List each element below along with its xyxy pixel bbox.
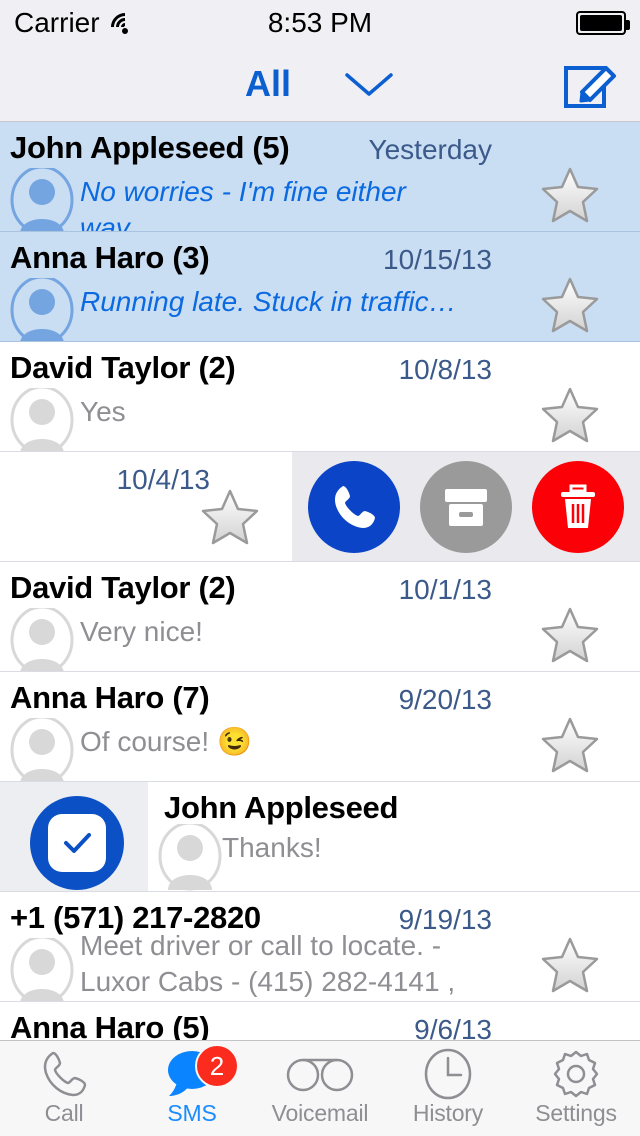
conversation-row[interactable]: John Appleseed (5) Yesterday No worries …: [0, 122, 640, 232]
message-preview: Meet driver or call to locate. - Luxor C…: [80, 928, 460, 1002]
timestamp: 10/1/13: [399, 574, 492, 606]
contact-name: John Appleseed (5): [10, 130, 289, 166]
conversation-row[interactable]: Anna Haro (7) 9/20/13 Of course! 😉: [0, 672, 640, 782]
contact-name: Anna Haro (3): [10, 240, 209, 276]
conversation-row[interactable]: +1 (571) 217-2820 9/19/13 Meet driver or…: [0, 892, 640, 1002]
avatar: [10, 608, 74, 672]
timestamp: 10/15/13: [383, 244, 492, 276]
avatar: [10, 718, 74, 782]
tab-voicemail[interactable]: Voicemail: [256, 1041, 384, 1136]
phone-handset-icon: [38, 1050, 90, 1098]
contact-name: Anna Haro (5): [10, 1010, 209, 1040]
conversation-row[interactable]: David Taylor (2) 10/1/13 Very nice!: [0, 562, 640, 672]
battery-full-icon: [576, 11, 626, 35]
tab-call[interactable]: Call: [0, 1041, 128, 1136]
star-outline-icon[interactable]: [540, 166, 600, 224]
conversation-row[interactable]: Anna Haro (3) 10/15/13 Running late. Stu…: [0, 232, 640, 342]
tab-label: History: [413, 1100, 483, 1127]
star-outline-icon[interactable]: [540, 386, 600, 444]
gear-icon: [550, 1050, 602, 1098]
delete-action-button[interactable]: [532, 461, 624, 553]
page-title[interactable]: All: [245, 63, 291, 105]
conversation-row-swiped[interactable]: 10/4/13: [0, 452, 640, 562]
conversation-row-selected[interactable]: John Appleseed 9/20 Thanks!: [0, 782, 640, 892]
timestamp: 9/6/13: [414, 1014, 492, 1040]
archive-box-icon: [440, 483, 492, 531]
chevron-down-icon[interactable]: [343, 70, 395, 98]
speech-bubble-icon: 2: [163, 1050, 221, 1098]
avatar: [158, 824, 222, 892]
star-outline-icon[interactable]: [200, 488, 260, 546]
contact-name: Anna Haro (7): [10, 680, 209, 716]
swipe-actions: [292, 452, 640, 561]
checkmark-circle-icon[interactable]: [30, 796, 124, 890]
message-preview: Yes: [80, 394, 460, 430]
avatar: [10, 388, 74, 452]
conversation-row[interactable]: Anna Haro (5) 9/6/13: [0, 1002, 640, 1040]
unread-badge: 2: [195, 1044, 239, 1088]
timestamp: 10/8/13: [399, 354, 492, 386]
status-bar-right: [576, 11, 626, 35]
tab-label: Call: [45, 1100, 84, 1127]
avatar: [10, 938, 74, 1002]
filter-selector[interactable]: All: [245, 63, 395, 105]
tab-settings[interactable]: Settings: [512, 1041, 640, 1136]
message-preview: No worries - I'm fine either way: [80, 174, 460, 232]
tab-bar: Call 2 SMS Voicemail: [0, 1040, 640, 1136]
timestamp: 10/4/13: [117, 464, 210, 496]
star-outline-icon[interactable]: [540, 936, 600, 994]
star-outline-icon[interactable]: [540, 276, 600, 334]
message-preview: Of course! 😉: [80, 724, 460, 760]
navigation-bar: All: [0, 46, 640, 122]
avatar: [10, 168, 74, 232]
timestamp: 9/20/13: [399, 684, 492, 716]
tab-label: Settings: [535, 1100, 617, 1127]
tab-history[interactable]: History: [384, 1041, 512, 1136]
sms-conversations-screen: Carrier 8:53 PM All: [0, 0, 640, 1136]
message-preview: Very nice!: [80, 614, 460, 650]
conversation-list[interactable]: John Appleseed (5) Yesterday No worries …: [0, 122, 640, 1040]
clock-icon: [423, 1050, 473, 1098]
archive-action-button[interactable]: [420, 461, 512, 553]
conversation-row[interactable]: David Taylor (2) 10/8/13 Yes: [0, 342, 640, 452]
timestamp: Yesterday: [369, 134, 493, 166]
phone-icon: [327, 480, 381, 534]
star-outline-icon[interactable]: [540, 606, 600, 664]
status-bar: Carrier 8:53 PM: [0, 0, 640, 46]
tab-sms[interactable]: 2 SMS: [128, 1041, 256, 1136]
voicemail-reels-icon: [284, 1050, 356, 1098]
star-outline-icon[interactable]: [540, 716, 600, 774]
call-action-button[interactable]: [308, 461, 400, 553]
conversation-row-content[interactable]: John Appleseed 9/20 Thanks!: [148, 782, 640, 891]
contact-name: David Taylor (2): [10, 570, 235, 606]
tab-label: SMS: [167, 1100, 216, 1127]
contact-name: John Appleseed: [164, 790, 398, 826]
message-preview: Running late. Stuck in traffic…: [80, 284, 460, 320]
tab-label: Voicemail: [272, 1100, 369, 1127]
message-preview: Thanks!: [222, 830, 602, 866]
trash-icon: [553, 480, 603, 534]
contact-name: David Taylor (2): [10, 350, 235, 386]
avatar: [10, 278, 74, 342]
compose-icon[interactable]: [562, 56, 618, 112]
clock-label: 8:53 PM: [0, 7, 640, 39]
